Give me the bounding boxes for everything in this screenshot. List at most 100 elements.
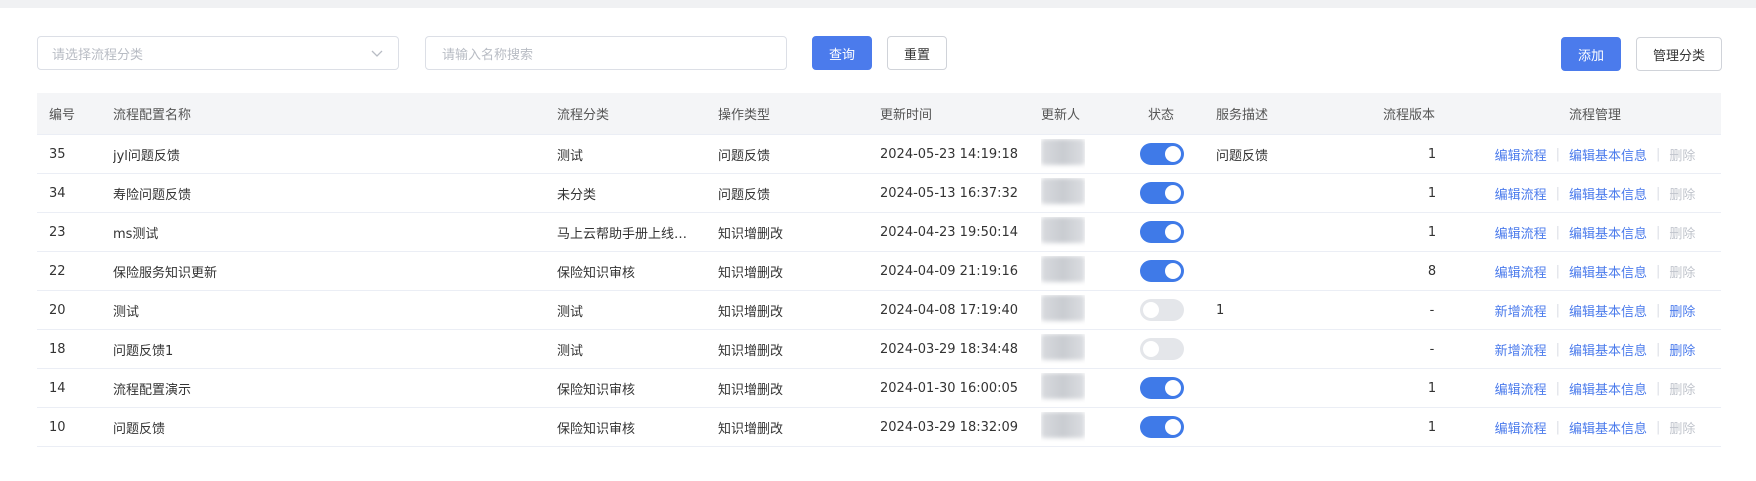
cell-name: 寿险问题反馈 [113, 187, 192, 203]
header-name: 流程配置名称 [113, 108, 192, 123]
action-separator: | [1555, 419, 1560, 435]
header-op-type: 操作类型 [718, 108, 771, 123]
cell-id: 14 [49, 380, 66, 396]
header-version: 流程版本 [1383, 108, 1436, 123]
manage-category-button[interactable]: 管理分类 [1636, 37, 1722, 71]
delete-link[interactable]: 删除 [1669, 262, 1695, 281]
cell-version: - [1429, 341, 1435, 357]
cell-category: 保险知识审核 [557, 265, 636, 281]
action-separator: | [1555, 380, 1560, 396]
row-actions: 编辑流程 | 编辑基本信息 | 删除 [1469, 379, 1721, 398]
cell-name: 保险服务知识更新 [113, 265, 218, 281]
add-button[interactable]: 添加 [1561, 37, 1621, 71]
reset-button[interactable]: 重置 [887, 36, 947, 70]
delete-link[interactable]: 删除 [1669, 145, 1695, 164]
updater-avatar-blurred [1041, 217, 1085, 247]
edit-info-link[interactable]: 编辑基本信息 [1569, 418, 1647, 437]
edit-flow-link[interactable]: 编辑流程 [1495, 379, 1547, 398]
header-id: 编号 [49, 108, 76, 123]
edit-info-link[interactable]: 编辑基本信息 [1569, 145, 1647, 164]
edit-info-link[interactable]: 编辑基本信息 [1569, 262, 1647, 281]
content-panel: 请选择流程分类 请输入名称搜索 查询 重置 添加 管理分类 编号 流程配置名称 … [0, 8, 1756, 481]
header-category: 流程分类 [557, 108, 610, 123]
cell-updated-at: 2024-03-29 18:34:48 [880, 341, 1019, 357]
edit-flow-link[interactable]: 编辑流程 [1495, 145, 1547, 164]
cell-name: jyl问题反馈 [113, 148, 180, 164]
edit-info-link[interactable]: 编辑基本信息 [1569, 379, 1647, 398]
cell-id: 10 [49, 419, 66, 435]
cell-op-type: 知识增删改 [718, 265, 784, 281]
updater-avatar-blurred [1041, 412, 1085, 442]
action-separator: | [1555, 341, 1560, 357]
row-actions: 编辑流程 | 编辑基本信息 | 删除 [1469, 223, 1721, 242]
action-separator: | [1656, 341, 1661, 357]
chevron-down-icon [371, 50, 383, 57]
status-toggle[interactable] [1140, 143, 1184, 165]
cell-op-type: 知识增删改 [718, 421, 784, 437]
row-actions: 编辑流程 | 编辑基本信息 | 删除 [1469, 145, 1721, 164]
toggle-knob [1143, 341, 1159, 357]
delete-link[interactable]: 删除 [1669, 379, 1695, 398]
delete-link[interactable]: 删除 [1669, 184, 1695, 203]
cell-version: 1 [1427, 224, 1437, 240]
process-table: 编号 流程配置名称 流程分类 操作类型 更新时间 更新人 状态 服务描述 流程版… [37, 93, 1721, 447]
cell-version: - [1429, 302, 1435, 318]
cell-category: 测试 [557, 343, 584, 359]
delete-link[interactable]: 删除 [1669, 418, 1695, 437]
cell-id: 23 [49, 224, 66, 240]
table-row: 34 寿险问题反馈 未分类 问题反馈 2024-05-13 16:37:32 1 编辑流程 |… [37, 174, 1721, 213]
cell-updated-at: 2024-01-30 16:00:05 [880, 380, 1019, 396]
updater-avatar-blurred [1041, 295, 1085, 325]
delete-link[interactable]: 删除 [1669, 301, 1695, 320]
cell-category: 保险知识审核 [557, 382, 636, 398]
cell-op-type: 问题反馈 [718, 187, 771, 203]
status-toggle[interactable] [1140, 338, 1184, 360]
query-button[interactable]: 查询 [812, 36, 872, 70]
delete-link[interactable]: 删除 [1669, 223, 1695, 242]
action-separator: | [1656, 224, 1661, 240]
toggle-knob [1165, 224, 1181, 240]
status-toggle[interactable] [1140, 260, 1184, 282]
status-toggle[interactable] [1140, 182, 1184, 204]
filter-toolbar: 请选择流程分类 请输入名称搜索 查询 重置 添加 管理分类 [0, 8, 1756, 88]
edit-flow-link[interactable]: 新增流程 [1495, 301, 1547, 320]
edit-flow-link[interactable]: 编辑流程 [1495, 223, 1547, 242]
status-toggle[interactable] [1140, 221, 1184, 243]
search-input[interactable]: 请输入名称搜索 [425, 36, 787, 70]
cell-op-type: 知识增删改 [718, 343, 784, 359]
updater-avatar-blurred [1041, 373, 1085, 403]
cell-name: 问题反馈 [113, 421, 166, 437]
edit-flow-link[interactable]: 编辑流程 [1495, 262, 1547, 281]
status-toggle[interactable] [1140, 377, 1184, 399]
status-toggle[interactable] [1140, 416, 1184, 438]
cell-op-type: 知识增删改 [718, 304, 784, 320]
edit-info-link[interactable]: 编辑基本信息 [1569, 184, 1647, 203]
table-row: 10 问题反馈 保险知识审核 知识增删改 2024-03-29 18:32:09 1 编辑流… [37, 408, 1721, 447]
header-actions: 流程管理 [1568, 108, 1621, 123]
updater-avatar-blurred [1041, 334, 1085, 364]
status-toggle[interactable] [1140, 299, 1184, 321]
edit-flow-link[interactable]: 编辑流程 [1495, 418, 1547, 437]
cell-name: 流程配置演示 [113, 382, 192, 398]
edit-info-link[interactable]: 编辑基本信息 [1569, 301, 1647, 320]
cell-id: 20 [49, 302, 66, 318]
cell-category: 保险知识审核 [557, 421, 636, 437]
cell-updated-at: 2024-04-08 17:19:40 [880, 302, 1019, 318]
cell-version: 1 [1427, 419, 1437, 435]
action-separator: | [1555, 302, 1560, 318]
action-separator: | [1656, 263, 1661, 279]
row-actions: 编辑流程 | 编辑基本信息 | 删除 [1469, 262, 1721, 281]
edit-flow-link[interactable]: 编辑流程 [1495, 184, 1547, 203]
updater-avatar-blurred [1041, 178, 1085, 208]
search-input-placeholder: 请输入名称搜索 [442, 47, 534, 63]
category-select[interactable]: 请选择流程分类 [37, 36, 399, 70]
toggle-knob [1165, 185, 1181, 201]
cell-updated-at: 2024-05-23 14:19:18 [880, 146, 1019, 162]
cell-updated-at: 2024-04-09 21:19:16 [880, 263, 1019, 279]
edit-info-link[interactable]: 编辑基本信息 [1569, 223, 1647, 242]
header-desc: 服务描述 [1216, 108, 1269, 123]
edit-flow-link[interactable]: 新增流程 [1495, 340, 1547, 359]
edit-info-link[interactable]: 编辑基本信息 [1569, 340, 1647, 359]
delete-link[interactable]: 删除 [1669, 340, 1695, 359]
header-status: 状态 [1148, 108, 1175, 123]
